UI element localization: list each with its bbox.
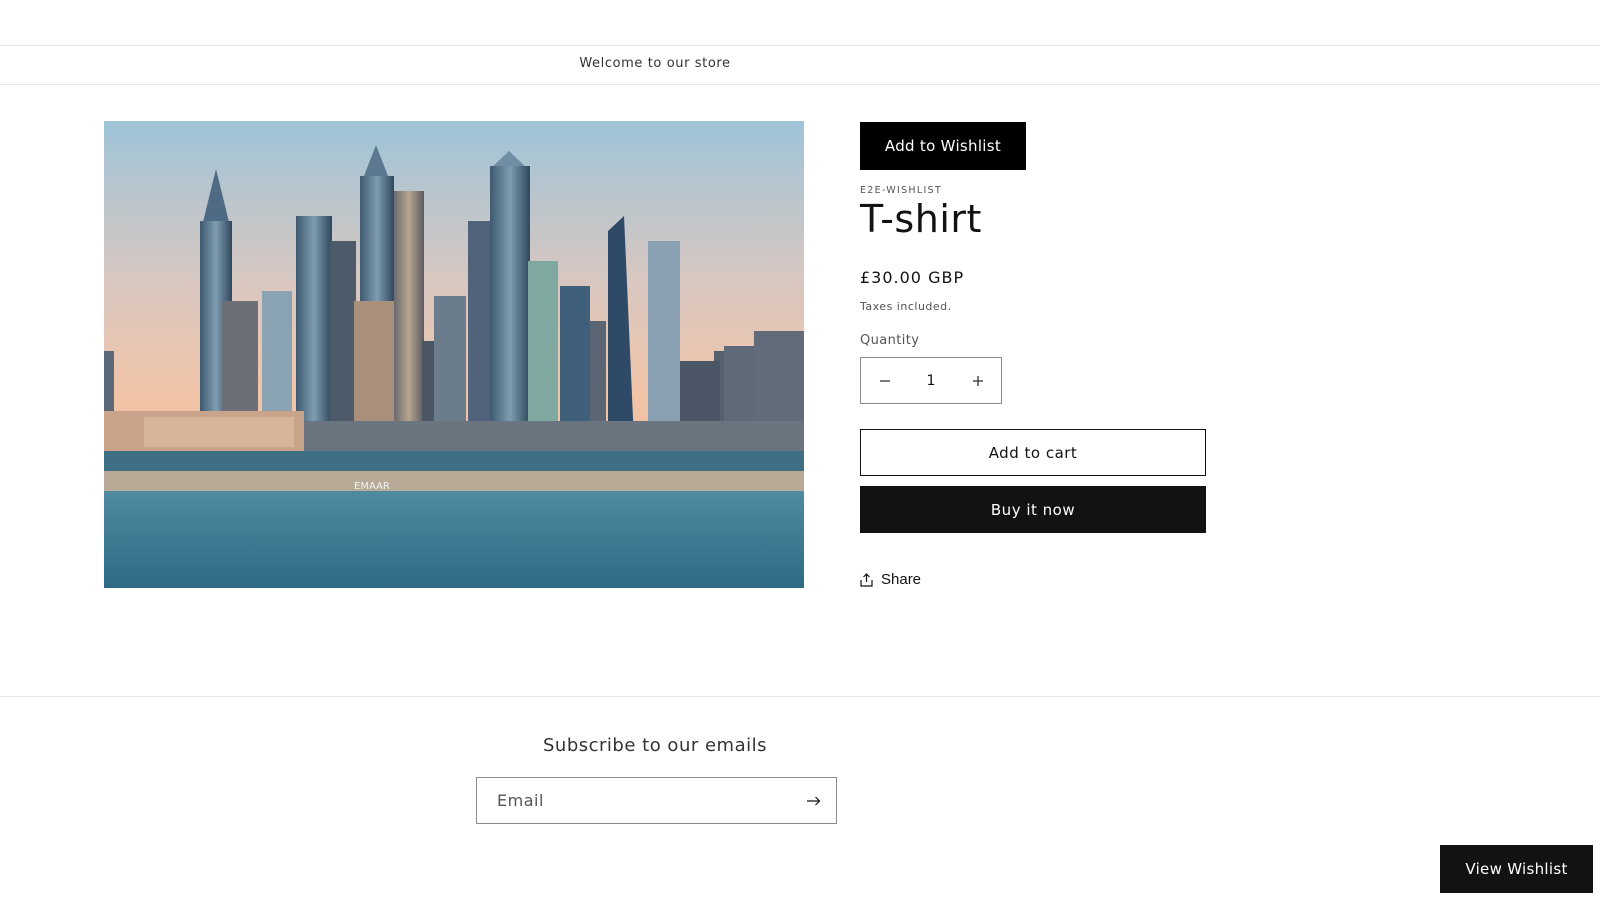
- product-image[interactable]: EMAAR: [104, 121, 804, 588]
- email-field: [476, 777, 837, 824]
- announcement-bar: Welcome to our store: [0, 46, 1600, 85]
- buy-now-button[interactable]: Buy it now: [860, 486, 1206, 533]
- newsletter-heading: Subscribe to our emails: [542, 735, 767, 756]
- arrow-right-icon: [807, 796, 821, 805]
- product-title: T-shirt: [860, 197, 982, 241]
- newsletter-section: Subscribe to our emails: [0, 696, 1600, 900]
- quantity-input[interactable]: [908, 358, 954, 403]
- product-vendor: E2E-WISHLIST: [860, 185, 942, 196]
- quantity-increase-button[interactable]: [954, 358, 1001, 403]
- announcement-text: Welcome to our store: [579, 56, 731, 71]
- header-bar: [0, 0, 1600, 46]
- share-button[interactable]: Share: [860, 571, 921, 588]
- city-skyline-illustration: EMAAR: [104, 121, 804, 588]
- add-to-cart-button[interactable]: Add to cart: [860, 429, 1206, 476]
- quantity-stepper: [860, 357, 1002, 404]
- subscribe-button[interactable]: [792, 778, 836, 823]
- quantity-decrease-button[interactable]: [861, 358, 908, 403]
- share-icon: [860, 572, 873, 587]
- share-label: Share: [881, 571, 922, 588]
- product-price: £30.00 GBP: [860, 268, 965, 287]
- add-to-wishlist-button[interactable]: Add to Wishlist: [860, 122, 1026, 170]
- quantity-label: Quantity: [860, 333, 920, 348]
- plus-icon: [972, 375, 983, 386]
- email-input[interactable]: [477, 778, 792, 823]
- tax-note: Taxes included.: [860, 300, 952, 313]
- image-watermark: EMAAR: [354, 481, 390, 492]
- minus-icon: [879, 379, 890, 382]
- view-wishlist-button[interactable]: View Wishlist: [1440, 845, 1593, 893]
